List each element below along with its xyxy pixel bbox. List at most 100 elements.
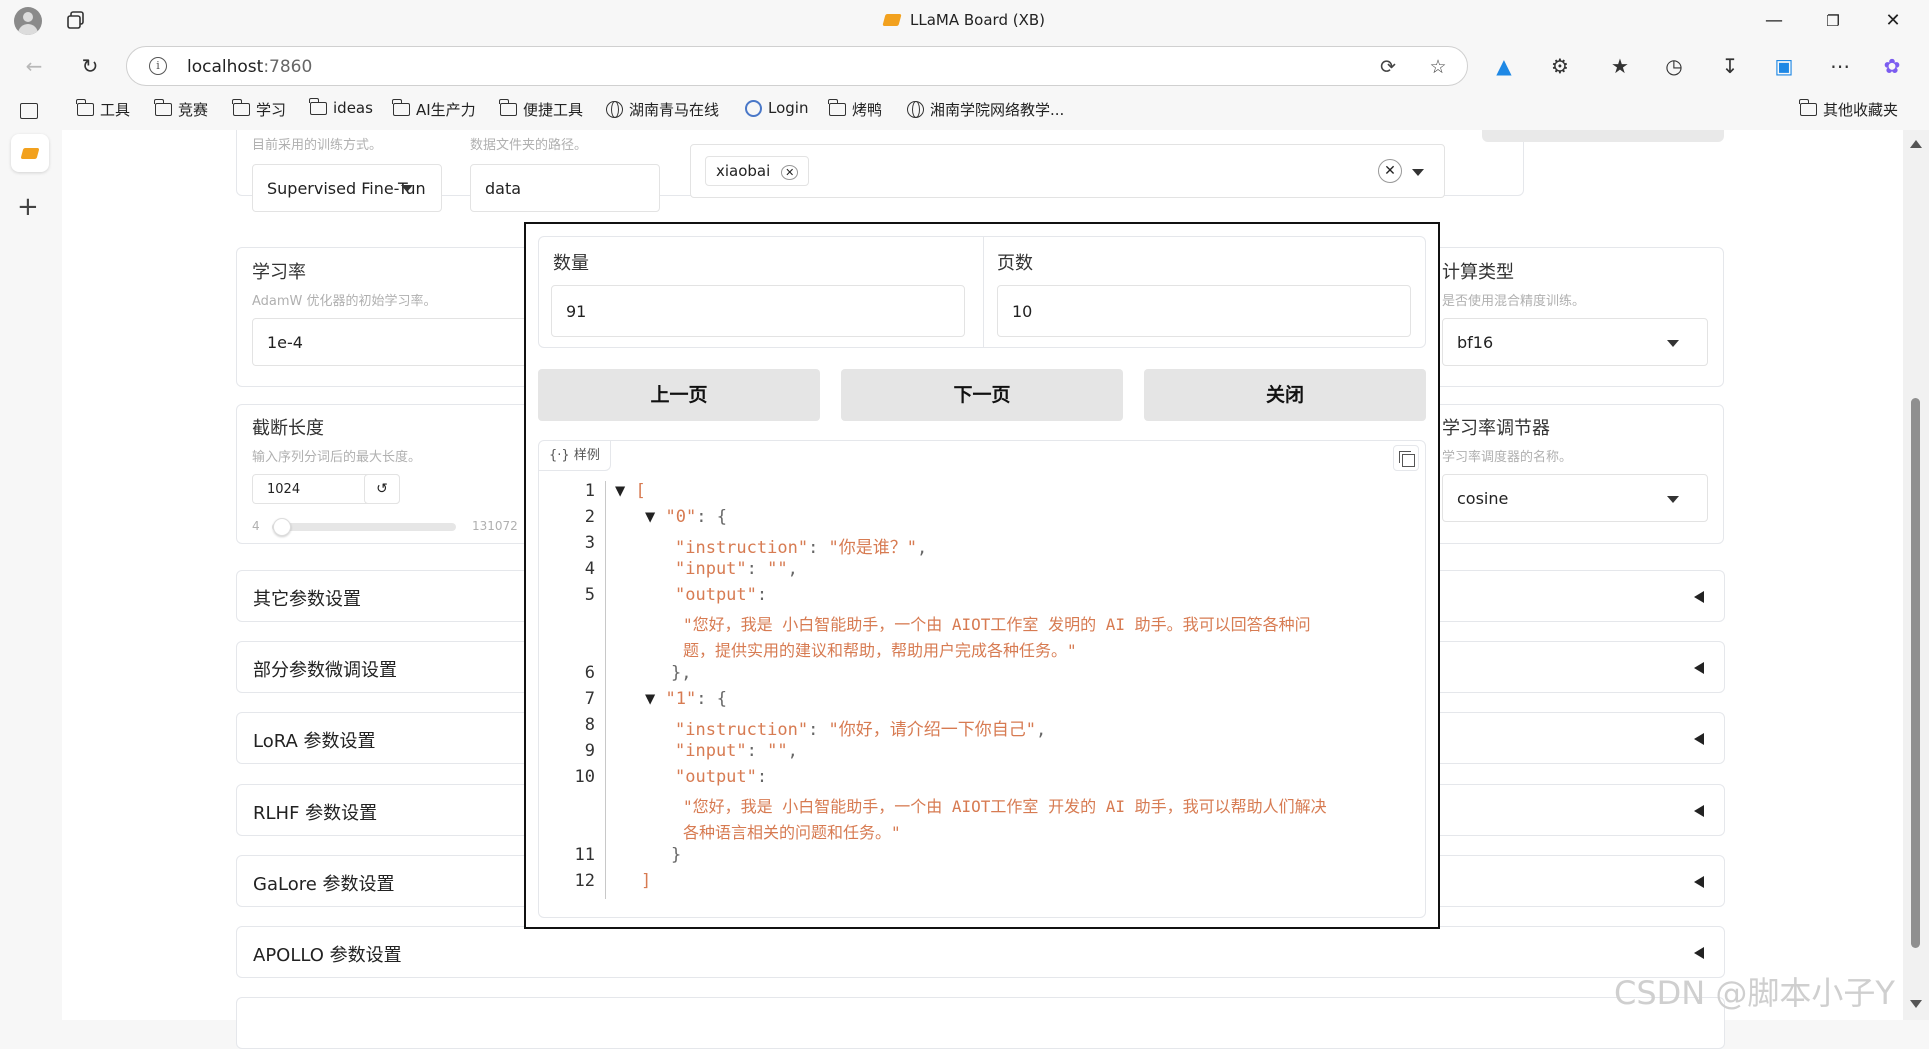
json-line: "input": "", xyxy=(675,741,798,761)
other-bookmarks[interactable]: 其他收藏夹 xyxy=(1799,99,1898,120)
scrollbar-thumb[interactable] xyxy=(1911,398,1920,948)
json-line: 题，提供实用的建议和帮助，帮助用户完成各种任务。" xyxy=(683,641,1077,660)
remove-tag-icon[interactable]: ✕ xyxy=(781,165,799,180)
line-number: 11 xyxy=(574,845,595,865)
json-line: ▼ [ xyxy=(615,481,646,501)
address-text[interactable]: localhost:7860 xyxy=(187,57,312,77)
site-info-icon[interactable]: i xyxy=(149,57,167,75)
back-button[interactable]: ← xyxy=(18,50,50,82)
clear-icon[interactable]: ✕ xyxy=(1378,159,1402,183)
lr-scheduler-hint: 学习率调度器的名称。 xyxy=(1442,450,1573,465)
folder-icon xyxy=(499,99,517,116)
minimize-button[interactable]: — xyxy=(1754,6,1794,36)
collapse-arrow-icon xyxy=(1694,805,1704,817)
copy-icon[interactable] xyxy=(1393,445,1419,471)
chevron-down-icon xyxy=(401,185,413,192)
dataset-tag[interactable]: xiaobai ✕ xyxy=(705,156,810,186)
json-line: "input": "", xyxy=(675,559,798,579)
collapse-arrow-icon xyxy=(1694,876,1704,888)
json-line: }, xyxy=(671,663,692,683)
cutoff-length-hint: 输入序列分词后的最大长度。 xyxy=(252,450,422,465)
browser-essentials-icon[interactable]: ▣ xyxy=(1768,50,1800,82)
partial-button[interactable] xyxy=(1482,130,1724,142)
folder-icon xyxy=(76,99,94,116)
collapse-triangle-icon[interactable]: ▼ xyxy=(645,507,655,527)
favorites-icon[interactable]: ★ xyxy=(1604,50,1636,82)
favorite-star-icon[interactable]: ☆ xyxy=(1427,56,1449,78)
refresh-button[interactable]: ↻ xyxy=(74,50,106,82)
json-line: ▼ "0": { xyxy=(645,507,727,527)
compute-type-select[interactable]: bf16 xyxy=(1442,318,1708,366)
page-scrollbar[interactable] xyxy=(1903,130,1929,1020)
translate-icon[interactable]: ⟳ xyxy=(1377,56,1399,78)
bookmark-folder[interactable]: 学习 xyxy=(232,99,286,120)
collapse-arrow-icon xyxy=(1694,733,1704,745)
chevron-down-icon xyxy=(1412,169,1424,176)
accordion-next[interactable] xyxy=(236,997,1725,1049)
line-number: 9 xyxy=(584,741,595,761)
divider xyxy=(983,237,984,347)
app-tab-llama-board[interactable] xyxy=(11,134,49,172)
more-menu-icon[interactable]: ⋯ xyxy=(1824,50,1856,82)
line-number: 1 xyxy=(584,481,595,501)
extensions-puzzle-icon[interactable]: ⚙ xyxy=(1544,50,1576,82)
sidebar-toggle-icon[interactable] xyxy=(20,103,38,119)
cutoff-slider-track[interactable] xyxy=(272,518,456,536)
extension-bird-icon[interactable]: ▲ xyxy=(1488,50,1520,82)
folder-icon xyxy=(154,99,172,116)
learning-rate-label: 学习率 xyxy=(252,262,306,283)
slider-max-label: 131072 xyxy=(472,519,518,533)
bookmark-folder[interactable]: 竞赛 xyxy=(154,99,208,120)
folder-icon xyxy=(232,99,250,116)
downloads-icon[interactable]: ↧ xyxy=(1714,50,1746,82)
bookmark-folder[interactable]: AI生产力 xyxy=(392,99,476,120)
folder-icon xyxy=(1799,99,1817,116)
collapse-triangle-icon[interactable]: ▼ xyxy=(645,689,655,709)
collapse-arrow-icon xyxy=(1694,662,1704,674)
folder-icon xyxy=(392,99,410,116)
dataset-multiselect[interactable]: xiaobai ✕ ✕ xyxy=(690,144,1445,198)
close-modal-button[interactable]: 关闭 xyxy=(1144,369,1426,421)
globe-icon xyxy=(606,101,623,118)
json-line: ] xyxy=(641,871,652,891)
copilot-icon[interactable]: ✿ xyxy=(1876,50,1908,82)
next-page-button[interactable]: 下一页 xyxy=(841,369,1123,421)
restore-button[interactable]: ❐ xyxy=(1813,6,1853,36)
training-stage-select[interactable]: Supervised Fine-Tun xyxy=(252,164,442,212)
login-site-icon xyxy=(745,99,762,117)
page-label: 页数 xyxy=(997,253,1033,274)
bookmark-folder[interactable]: ideas xyxy=(309,97,373,117)
add-tab-icon[interactable]: + xyxy=(17,192,39,222)
data-dir-input[interactable]: data xyxy=(470,164,660,212)
bookmark-link[interactable]: 湘南学院网络教学... xyxy=(907,99,1064,120)
history-icon[interactable]: ◷ xyxy=(1658,50,1690,82)
bookmark-folder[interactable]: 便捷工具 xyxy=(499,99,583,120)
collapse-arrow-icon xyxy=(1694,947,1704,959)
accordion-apollo-params[interactable]: APOLLO 参数设置 xyxy=(236,926,1725,978)
scroll-up-icon[interactable] xyxy=(1910,140,1922,148)
bookmark-folder[interactable]: 工具 xyxy=(76,99,130,120)
data-dir-hint: 数据文件夹的路径。 xyxy=(470,138,588,153)
close-window-button[interactable]: ✕ xyxy=(1873,6,1913,36)
scroll-down-icon[interactable] xyxy=(1910,1000,1922,1008)
bookmark-link[interactable]: 湖南青马在线 xyxy=(606,99,719,120)
folder-icon xyxy=(309,97,327,115)
learning-rate-input[interactable]: 1e-4 xyxy=(252,318,532,366)
line-number: 10 xyxy=(574,767,595,787)
json-line: "output": xyxy=(675,767,768,787)
browser-sidebar xyxy=(0,130,58,1020)
bookmark-link[interactable]: Login xyxy=(745,99,808,117)
collapse-triangle-icon[interactable]: ▼ xyxy=(615,481,625,501)
prev-page-button[interactable]: 上一页 xyxy=(538,369,820,421)
line-number: 12 xyxy=(574,871,595,891)
lr-scheduler-select[interactable]: cosine xyxy=(1442,474,1708,522)
lr-scheduler-label: 学习率调节器 xyxy=(1442,418,1550,439)
line-number: 5 xyxy=(584,585,595,605)
line-number: 7 xyxy=(584,689,595,709)
address-bar[interactable]: i localhost:7860 ⟳ ☆ xyxy=(126,46,1468,86)
bookmark-folder[interactable]: 烤鸭 xyxy=(828,99,882,120)
reset-icon[interactable]: ↺ xyxy=(364,474,400,504)
chevron-down-icon xyxy=(1667,496,1679,503)
json-line: "instruction": "你好，请介绍一下你自己", xyxy=(675,720,1047,740)
slider-min-label: 4 xyxy=(252,519,260,533)
